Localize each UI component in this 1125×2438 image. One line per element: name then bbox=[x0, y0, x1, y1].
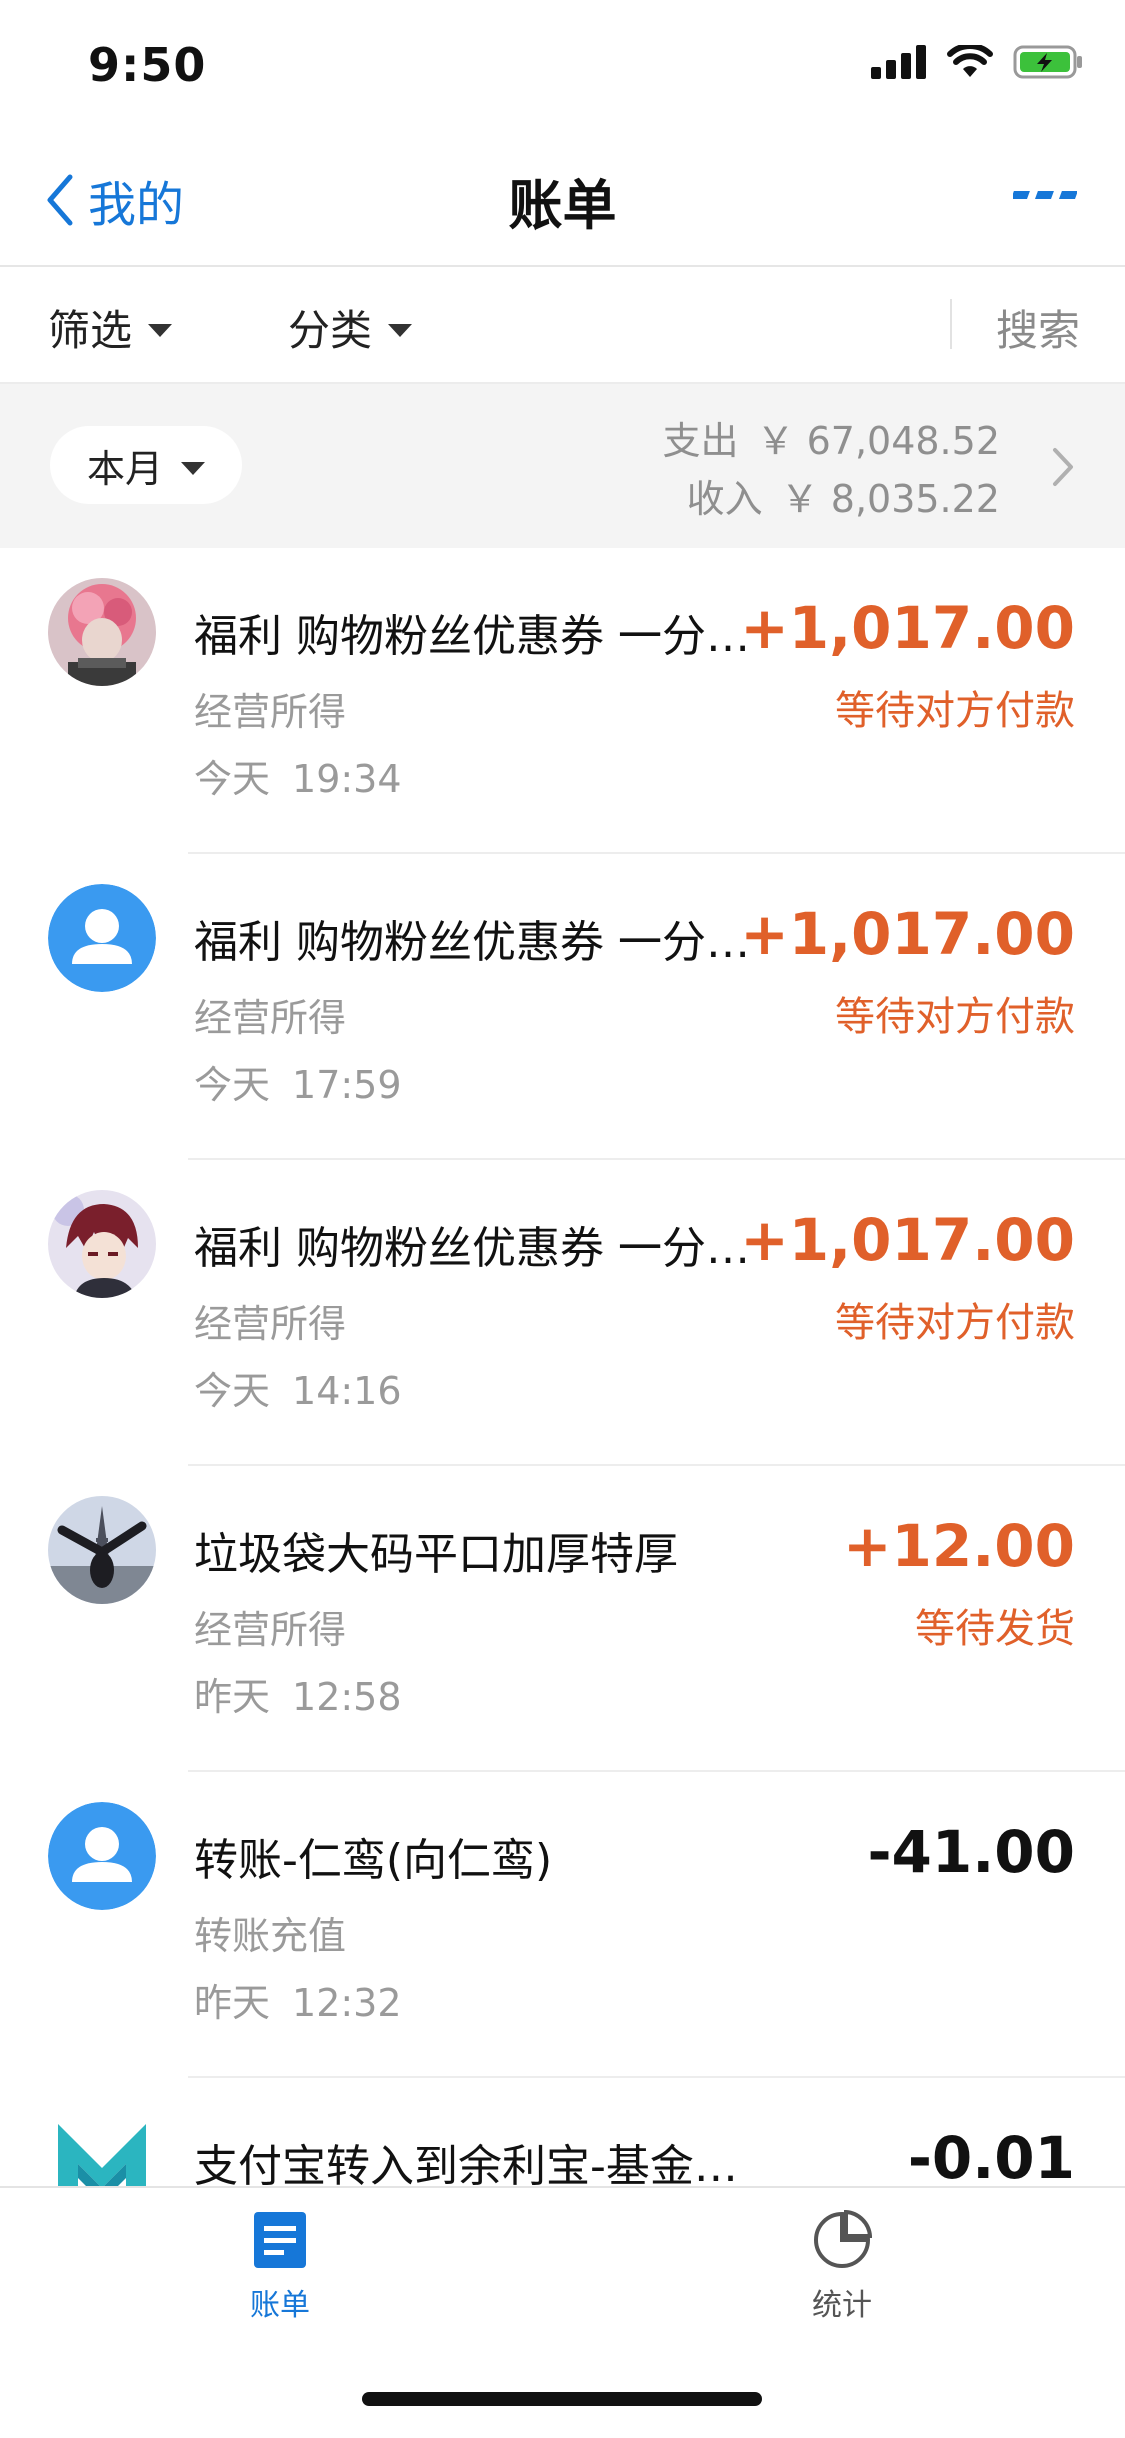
transaction-list: 福利 购物粉丝优惠券 一分钱... 经营所得 今天 19:34 +1,017.00… bbox=[0, 548, 1125, 2186]
divider bbox=[950, 299, 952, 349]
expense-line: 支出 ￥ 67,048.52 bbox=[663, 412, 1001, 470]
avatar bbox=[48, 1802, 156, 1910]
transaction-row[interactable]: 福利 购物粉丝优惠券 一分钱... 经营所得 今天 14:16 +1,017.00… bbox=[0, 1160, 1125, 1466]
expense-value: ￥ 67,048.52 bbox=[756, 419, 1000, 463]
avatar bbox=[48, 1496, 156, 1604]
transaction-amount: +12.00 bbox=[842, 1512, 1075, 1580]
transaction-row[interactable]: 转账-仁鸾(向仁鸾) 转账充值 昨天 12:32 -41.00 bbox=[0, 1772, 1125, 2078]
transaction-time: 今天 17:59 bbox=[194, 1054, 402, 1109]
battery-charging-icon bbox=[1013, 45, 1082, 79]
transaction-time: 今天 19:34 bbox=[194, 748, 402, 803]
transaction-category: 经营所得 bbox=[194, 1302, 347, 1346]
transaction-time: 昨天 12:58 bbox=[194, 1666, 402, 1721]
page-title: 账单 bbox=[508, 174, 617, 237]
filter-bar: 筛选 分类 搜索 bbox=[0, 267, 1125, 384]
tab-stats[interactable]: 统计 bbox=[742, 2209, 942, 2324]
transaction-row[interactable]: 福利 购物粉丝优惠券 一分钱... 经营所得 今天 19:34 +1,017.00… bbox=[0, 548, 1125, 854]
transaction-title: 垃圾袋大码平口加厚特厚 bbox=[194, 1529, 678, 1580]
transaction-status: 等待对方付款 bbox=[835, 688, 1075, 734]
cellular-signal-icon bbox=[871, 45, 926, 79]
category-label: 分类 bbox=[288, 306, 373, 355]
transaction-time: 昨天 12:32 bbox=[194, 1972, 402, 2027]
chevron-right-icon bbox=[1053, 448, 1073, 486]
bill-icon bbox=[254, 2212, 306, 2268]
avatar bbox=[48, 1190, 156, 1298]
month-selector-label: 本月 bbox=[86, 446, 163, 491]
transaction-clock: 19:34 bbox=[292, 757, 402, 801]
caret-down-icon bbox=[148, 324, 173, 337]
transaction-clock: 12:32 bbox=[292, 1981, 402, 2025]
transaction-category: 转账充值 bbox=[194, 1914, 347, 1958]
category-dropdown[interactable]: 分类 bbox=[288, 297, 413, 358]
status-icons bbox=[871, 44, 1085, 80]
status-time: 9:50 bbox=[88, 38, 207, 92]
filter-dropdown[interactable]: 筛选 bbox=[48, 297, 173, 358]
transaction-amount: +1,017.00 bbox=[740, 594, 1075, 662]
transaction-day: 今天 bbox=[194, 1369, 271, 1413]
home-indicator[interactable] bbox=[362, 2392, 762, 2406]
transaction-day: 今天 bbox=[194, 1063, 271, 1107]
tab-bills-label: 账单 bbox=[250, 2288, 310, 2323]
month-summary-bar[interactable]: 本月 支出 ￥ 67,048.52 收入 ￥ 8,035.22 bbox=[0, 384, 1125, 548]
user-photo-icon bbox=[48, 1496, 156, 1604]
transaction-status: 等待发货 bbox=[915, 1606, 1075, 1652]
transaction-status: 等待对方付款 bbox=[835, 1300, 1075, 1346]
transaction-amount: +1,017.00 bbox=[740, 900, 1075, 968]
tab-bills[interactable]: 账单 bbox=[180, 2210, 380, 2324]
transaction-clock: 14:16 bbox=[292, 1369, 402, 1413]
tab-stats-label: 统计 bbox=[812, 2288, 872, 2323]
avatar bbox=[48, 884, 156, 992]
transaction-status: 等待对方付款 bbox=[835, 994, 1075, 1040]
avatar bbox=[48, 578, 156, 686]
more-icon bbox=[1010, 191, 1078, 199]
default-user-icon bbox=[48, 884, 156, 992]
search-button[interactable]: 搜索 bbox=[996, 297, 1080, 358]
transaction-title: 支付宝转入到余利宝-基金申购 bbox=[194, 2141, 774, 2186]
transaction-day: 昨天 bbox=[194, 1675, 271, 1719]
transaction-row[interactable]: 垃圾袋大码平口加厚特厚 经营所得 昨天 12:58 +12.00 等待发货 bbox=[0, 1466, 1125, 1772]
month-selector[interactable]: 本月 bbox=[50, 426, 242, 504]
month-summary: 支出 ￥ 67,048.52 收入 ￥ 8,035.22 bbox=[663, 412, 1001, 528]
status-bar: 9:50 bbox=[0, 0, 1125, 135]
mybank-logo-icon bbox=[58, 2124, 146, 2186]
transaction-category: 经营所得 bbox=[194, 1608, 347, 1652]
transaction-row[interactable]: 支付宝转入到余利宝-基金申购 -0.01 bbox=[0, 2078, 1125, 2186]
transaction-category: 经营所得 bbox=[194, 690, 347, 734]
user-photo-icon bbox=[48, 1190, 156, 1298]
caret-down-icon bbox=[388, 324, 413, 337]
pie-chart-icon bbox=[814, 2209, 873, 2268]
transaction-amount: +1,017.00 bbox=[740, 1206, 1075, 1274]
income-line: 收入 ￥ 8,035.22 bbox=[663, 470, 1000, 528]
caret-down-icon bbox=[181, 461, 205, 475]
transaction-day: 今天 bbox=[194, 757, 271, 801]
transaction-amount: -41.00 bbox=[867, 1818, 1075, 1886]
transaction-title: 福利 购物粉丝优惠券 一分钱... bbox=[194, 1223, 774, 1274]
expense-label: 支出 bbox=[662, 419, 739, 463]
wifi-icon bbox=[947, 45, 993, 77]
transaction-row[interactable]: 福利 购物粉丝优惠券 一分钱... 经营所得 今天 17:59 +1,017.00… bbox=[0, 854, 1125, 1160]
transaction-clock: 17:59 bbox=[292, 1063, 402, 1107]
more-button[interactable] bbox=[1010, 187, 1078, 206]
nav-bar: 我的 账单 bbox=[0, 135, 1125, 267]
income-label: 收入 bbox=[686, 477, 763, 521]
transaction-title: 福利 购物粉丝优惠券 一分钱... bbox=[194, 917, 774, 968]
income-value: ￥ 8,035.22 bbox=[780, 477, 1000, 521]
filter-label: 筛选 bbox=[48, 306, 133, 355]
avatar bbox=[48, 2108, 156, 2186]
default-user-icon bbox=[48, 1802, 156, 1910]
transaction-title: 福利 购物粉丝优惠券 一分钱... bbox=[194, 611, 774, 662]
transaction-clock: 12:58 bbox=[292, 1675, 402, 1719]
transaction-time: 今天 14:16 bbox=[194, 1360, 402, 1415]
transaction-category: 经营所得 bbox=[194, 996, 347, 1040]
transaction-title: 转账-仁鸾(向仁鸾) bbox=[194, 1835, 553, 1886]
transaction-day: 昨天 bbox=[194, 1981, 271, 2025]
user-photo-icon bbox=[48, 578, 156, 686]
transaction-amount: -0.01 bbox=[907, 2124, 1075, 2186]
